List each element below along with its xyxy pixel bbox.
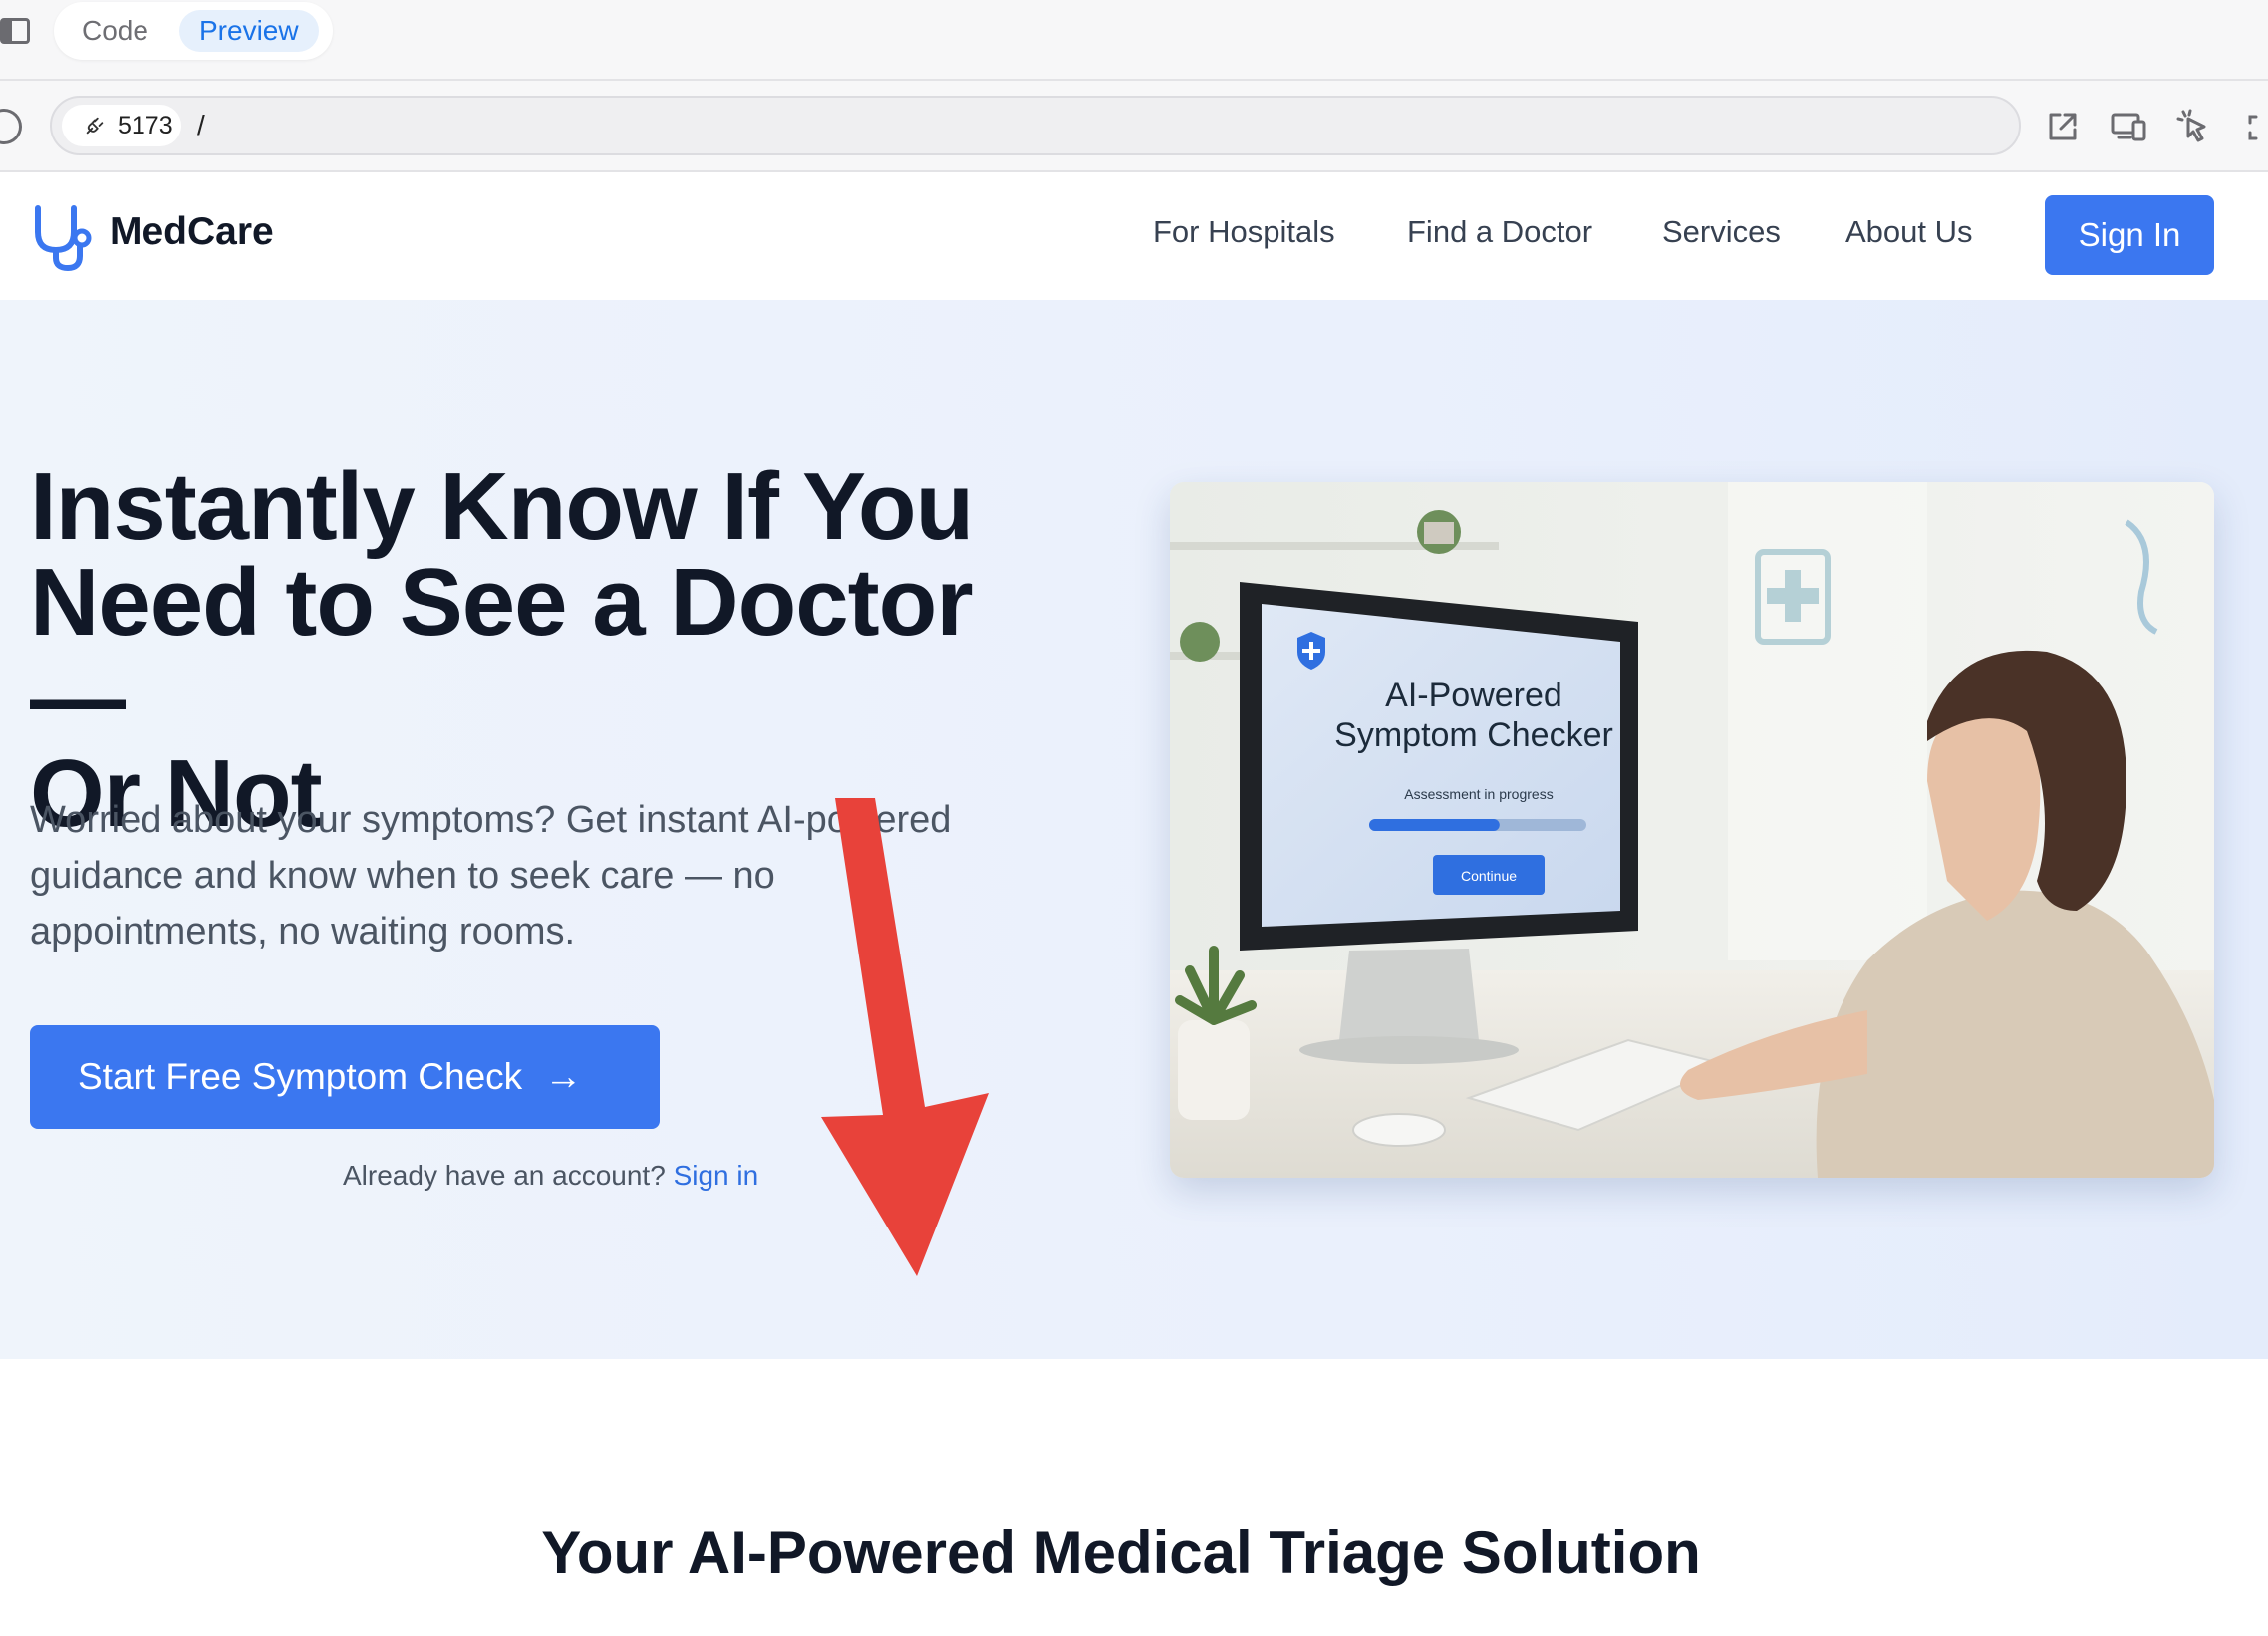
sign-in-link[interactable]: Sign in [674, 1160, 759, 1191]
tab-preview[interactable]: Preview [179, 10, 319, 52]
section-title: Your AI-Powered Medical Triage Solution [541, 1519, 1701, 1586]
panel-toggle-icon[interactable] [0, 18, 30, 44]
url-path[interactable]: / [197, 98, 205, 153]
select-element-icon[interactable] [2174, 107, 2214, 146]
plug-icon [86, 117, 104, 135]
hero-title-line: Need to See a Doctor — [30, 549, 974, 751]
nav-link-services[interactable]: Services [1662, 214, 1781, 250]
port-badge[interactable]: 5173 [62, 105, 181, 146]
annotation-arrow-icon [821, 798, 989, 1276]
nav-link-about-us[interactable]: About Us [1845, 214, 1973, 250]
screen-title-line: Symptom Checker [1334, 716, 1613, 754]
screen-continue-text: Continue [1461, 868, 1517, 884]
browser-address-row: 5173 / [0, 81, 2268, 172]
tab-code[interactable]: Code [62, 10, 168, 52]
reload-icon[interactable] [0, 109, 22, 144]
address-bar[interactable]: 5173 / [50, 96, 2021, 155]
stethoscope-logo-icon[interactable] [30, 202, 94, 272]
hero-title-line: Instantly Know If You [30, 453, 974, 560]
hero-illustration: AI-Powered Symptom Checker Assessment in… [1170, 482, 2214, 1178]
view-toggle: Code Preview [54, 2, 333, 60]
screen-title-line: AI-Powered [1385, 677, 1562, 714]
arrow-right-icon: → [544, 1056, 583, 1098]
office-scene-image: AI-Powered Symptom Checker Assessment in… [1170, 482, 2214, 1178]
hero-title: Instantly Know If You Need to See a Doct… [30, 459, 1086, 842]
brand-name[interactable]: MedCare [110, 210, 274, 254]
fullscreen-icon[interactable] [2242, 107, 2268, 146]
site-header: MedCare For Hospitals Find a Doctor Serv… [0, 174, 2268, 300]
account-prompt-text: Already have an account? [343, 1160, 666, 1191]
account-prompt: Already have an account? Sign in [343, 1160, 758, 1192]
screen-status-text: Assessment in progress [1404, 786, 1553, 802]
browser-tab-bar: Code Preview [0, 0, 2268, 81]
nav-link-find-a-doctor[interactable]: Find a Doctor [1407, 214, 1592, 250]
start-symptom-check-button[interactable]: Start Free Symptom Check → [30, 1025, 660, 1129]
screen-progress-fill [1369, 819, 1500, 831]
hero-section: Instantly Know If You Need to See a Doct… [0, 300, 2268, 1359]
port-number: 5173 [118, 112, 173, 139]
sign-in-button[interactable]: Sign In [2045, 195, 2214, 275]
open-external-icon[interactable] [2043, 107, 2083, 146]
nav-link-for-hospitals[interactable]: For Hospitals [1153, 214, 1335, 250]
responsive-devices-icon[interactable] [2109, 107, 2148, 146]
cta-label: Start Free Symptom Check [78, 1056, 523, 1097]
